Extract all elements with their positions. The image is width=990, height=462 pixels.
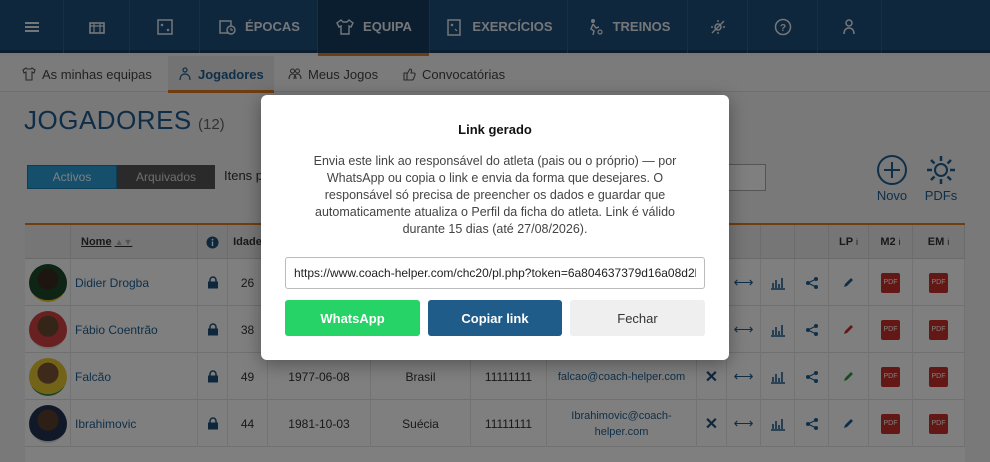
close-button[interactable]: Fechar [570, 300, 705, 336]
dialog-title: Link gerado [458, 122, 532, 137]
whatsapp-button[interactable]: WhatsApp [285, 300, 420, 336]
link-generated-dialog: Link gerado Envia este link ao responsáv… [261, 95, 729, 360]
copy-link-button[interactable]: Copiar link [428, 300, 562, 336]
generated-link-field[interactable] [285, 257, 705, 289]
dialog-message: Envia este link ao responsável do atleta… [313, 154, 677, 236]
